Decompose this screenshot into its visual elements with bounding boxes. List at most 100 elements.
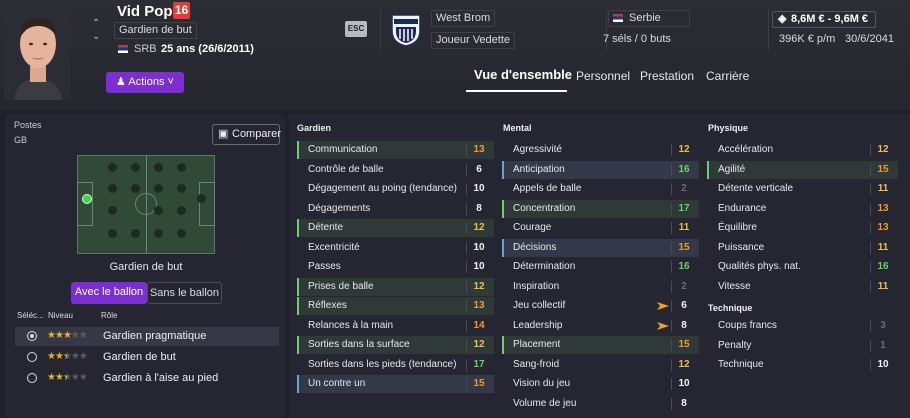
position-dot[interactable] (108, 206, 117, 215)
attribute-row-physique[interactable]: Endurance 13 (707, 200, 898, 218)
role-row[interactable]: ★★★★★ Gardien pragmatique (15, 327, 279, 346)
attribute-row-gardien[interactable]: Réflexes 13 (297, 297, 494, 315)
position-dot[interactable] (197, 194, 206, 203)
star-rating-icon: ★★★★★ (47, 330, 88, 341)
position-dot[interactable] (108, 229, 117, 238)
role-radio[interactable] (27, 373, 37, 383)
attribute-row-gardien[interactable]: Relances à la main 14 (297, 317, 494, 335)
attribute-row-mental[interactable]: Sang-froid 12 (502, 356, 699, 374)
attribute-row-mental[interactable]: Inspiration 2 (502, 278, 699, 296)
attribute-row-gardien[interactable]: Contrôle de balle 6 (297, 161, 494, 179)
club-crest-icon[interactable] (390, 13, 422, 47)
attribute-row-gardien[interactable]: Dégagements 8 (297, 200, 494, 218)
tab-prestation[interactable]: Prestation (640, 69, 694, 83)
divider (870, 261, 871, 273)
player-status: Joueur Vedette (431, 32, 516, 49)
divider (671, 202, 672, 215)
tab-overview[interactable]: Vue d'ensemble (474, 67, 572, 82)
position-dot[interactable] (177, 163, 186, 172)
right-penalty-box (199, 182, 215, 226)
attribute-row-mental[interactable]: Jeu collectif 6 (502, 297, 699, 315)
attribute-row-gardien[interactable]: Dégagement au poing (tendance) 10 (297, 180, 494, 198)
attribute-row-mental[interactable]: Décisions 15 (502, 238, 699, 257)
toggle-with-ball[interactable]: Avec le ballon (71, 282, 147, 304)
attribute-value: 3 (880, 320, 886, 331)
attribute-row-gardien[interactable]: Communication 13 (297, 141, 494, 159)
tab-career[interactable]: Carrière (706, 69, 749, 83)
attribute-row-physique[interactable]: Puissance 11 (707, 239, 898, 257)
chevron-up-icon[interactable]: ⌃ (92, 18, 100, 29)
attribute-row-mental[interactable]: Placement 15 (502, 336, 699, 354)
attribute-row-gardien[interactable]: Sorties dans la surface 12 (297, 336, 494, 354)
divider (466, 280, 467, 293)
role-row[interactable]: ★★★★★ Gardien de but (15, 348, 279, 367)
attribute-row-gardien[interactable]: Un contre un 15 (297, 375, 494, 393)
position-dot[interactable] (177, 229, 186, 238)
goalkeeper-position-dot[interactable] (82, 194, 92, 204)
attribute-name: Équilibre (718, 222, 757, 233)
attribute-value: 15 (877, 163, 889, 175)
attribute-row-mental[interactable]: Vision du jeu 10 (502, 375, 699, 393)
attribute-row-mental[interactable]: Agressivité 12 (502, 141, 699, 159)
attribute-row-physique[interactable]: Qualités phys. nat. 16 (707, 258, 898, 276)
position-dot[interactable] (177, 206, 186, 215)
actions-label: Actions (128, 76, 165, 88)
postes-value: GB (14, 135, 28, 145)
attribute-row-gardien[interactable]: Passes 10 (297, 258, 494, 276)
divider (466, 241, 467, 254)
attribute-row-mental[interactable]: Concentration 17 (502, 199, 699, 218)
divider (671, 339, 672, 351)
attribute-value: 10 (473, 241, 485, 253)
nation-name[interactable]: Serbie (608, 10, 690, 27)
attribute-row-mental[interactable]: Anticipation 16 (502, 160, 699, 179)
attribute-row-physique[interactable]: Équilibre 13 (707, 219, 898, 237)
attribute-row-physique[interactable]: Détente verticale 11 (707, 180, 898, 198)
attribute-row-physique[interactable]: Accélération 12 (707, 141, 898, 159)
role-radio[interactable] (27, 352, 37, 362)
position-dot[interactable] (131, 184, 140, 193)
compare-button[interactable]: ▣ Comparer (212, 124, 281, 145)
attribute-name: Décisions (513, 241, 557, 253)
attribute-row-gardien[interactable]: Excentricité 10 (297, 239, 494, 257)
serbia-flag-icon (118, 45, 128, 54)
actions-button[interactable]: ♟ Actions ˅ (106, 72, 184, 93)
position-dot[interactable] (108, 163, 117, 172)
attribute-name: Penalty (718, 339, 752, 351)
position-dot[interactable] (131, 163, 140, 172)
role-radio[interactable] (27, 331, 37, 341)
mental-title: Mental (503, 123, 532, 133)
position-dot[interactable] (154, 206, 163, 215)
attribute-value: 13 (473, 300, 485, 311)
position-dot[interactable] (108, 184, 117, 193)
position-dot[interactable] (154, 229, 163, 238)
club-name[interactable]: West Brom (431, 10, 496, 27)
attribute-row-physique[interactable]: Agilité 15 (707, 160, 898, 179)
position-dot[interactable] (131, 229, 140, 238)
attribute-row-physique[interactable]: Vitesse 11 (707, 278, 898, 296)
player-position: Gardien de but (114, 22, 197, 39)
toggle-without-ball[interactable]: Sans le ballon (147, 282, 222, 304)
position-dot[interactable] (154, 184, 163, 193)
position-dot[interactable] (177, 184, 186, 193)
pitch-diagram[interactable] (77, 155, 215, 254)
attribute-row-mental[interactable]: Volume de jeu 8 (502, 395, 699, 413)
attribute-row-technique[interactable]: Technique 10 (707, 356, 898, 374)
header-level: Niveau (48, 311, 73, 320)
role-row[interactable]: ★★★★★ Gardien à l'aise au pied (15, 369, 279, 388)
attribute-row-technique[interactable]: Coups francs 3 (707, 317, 898, 335)
attribute-row-mental[interactable]: Courage 11 (502, 219, 699, 237)
chevron-down-icon[interactable]: ⌄ (92, 31, 100, 42)
esc-button[interactable]: ESC (345, 21, 367, 37)
user-icon: ♟ (116, 76, 126, 88)
attribute-value: 12 (678, 144, 690, 155)
attribute-row-mental[interactable]: Appels de balle 2 (502, 180, 699, 198)
position-dot[interactable] (154, 163, 163, 172)
attribute-row-gardien[interactable]: Sorties dans les pieds (tendance) 17 (297, 356, 494, 374)
attribute-row-gardien[interactable]: Détente 12 (297, 219, 494, 237)
attribute-row-gardien[interactable]: Prises de balle 12 (297, 277, 494, 296)
attribute-row-mental[interactable]: Leadership 8 (502, 317, 699, 335)
attribute-row-mental[interactable]: Détermination 16 (502, 258, 699, 276)
tab-personnel[interactable]: Personnel (576, 69, 630, 83)
attribute-name: Détente verticale (718, 183, 794, 194)
attribute-row-technique[interactable]: Penalty 1 (707, 337, 898, 355)
